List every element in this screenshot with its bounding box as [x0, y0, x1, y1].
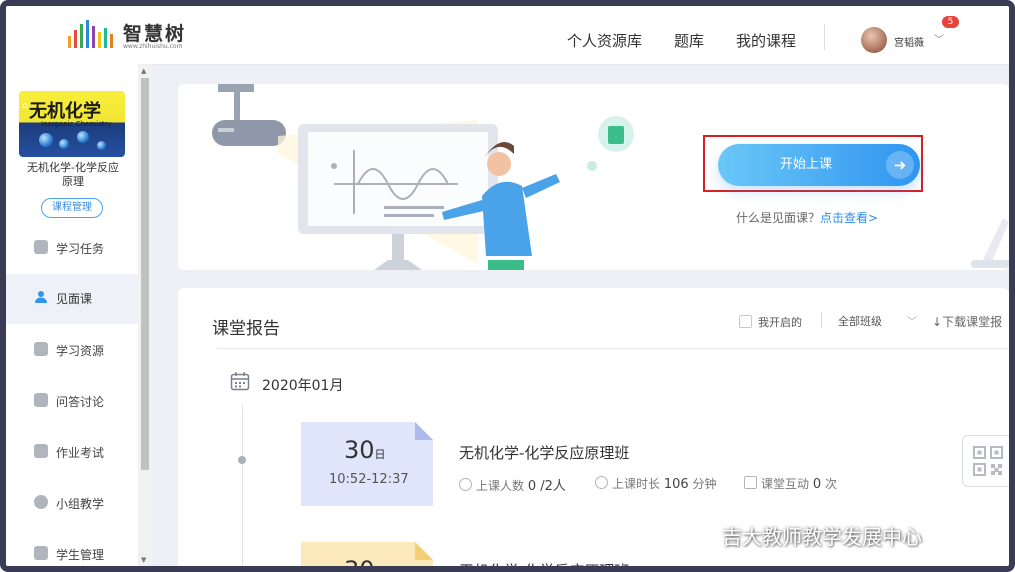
person-icon	[35, 291, 47, 303]
sidebar-item-label: 学生管理	[56, 548, 105, 562]
group-icon	[34, 495, 48, 509]
sidebar-item-label: 作业考试	[56, 446, 105, 460]
session-day-unit: 日	[374, 448, 386, 461]
scroll-down-icon[interactable]: ▼	[141, 556, 146, 564]
filter-divider	[821, 312, 822, 328]
duration-value: 106	[663, 477, 689, 492]
session-class-name[interactable]: 无机化学-化学反应原理班	[459, 560, 629, 566]
cover-subtitle: Inorganic Chemistry	[41, 120, 112, 128]
report-title: 课堂报告	[212, 319, 280, 339]
notification-badge[interactable]: 5	[942, 16, 959, 28]
watermark: 吉大教师教学发展中心	[690, 521, 922, 550]
avatar[interactable]	[861, 27, 887, 53]
report-divider	[216, 348, 1009, 349]
people-icon	[459, 478, 472, 491]
interaction-unit: 次	[824, 477, 837, 491]
session-day: 30	[344, 556, 375, 572]
scroll-up-icon[interactable]: ▲	[141, 67, 146, 75]
sidebar-item-label: 学习资源	[56, 344, 105, 358]
nav-my-courses[interactable]: 我的课程	[736, 30, 796, 51]
logo-bars-icon	[68, 20, 113, 48]
logo-url: www.zhihuishu.com	[123, 43, 183, 50]
molecule-icon	[59, 139, 69, 149]
calendar-icon	[230, 372, 250, 391]
sidebar-item-qa[interactable]: 问答讨论	[6, 377, 138, 427]
arrow-right-icon: ➜	[886, 151, 914, 179]
sidebar-item-label: 见面课	[56, 292, 93, 306]
start-class-label: 开始上课	[779, 157, 832, 172]
sidebar-item-exam[interactable]: 作业考试	[6, 428, 138, 478]
sidebar-item-label: 小组教学	[56, 497, 105, 511]
duration-unit: 分钟	[692, 477, 717, 491]
chevron-down-icon[interactable]: ﹀	[907, 313, 917, 328]
wechat-icon	[690, 528, 716, 547]
what-is-text: 什么是见面课？	[736, 211, 821, 225]
clock-icon	[595, 476, 608, 489]
sidebar-item-group[interactable]: 小组教学	[6, 479, 138, 529]
attendance-value: 0 /2人	[527, 479, 566, 494]
attendance-label: 上课人数	[476, 479, 525, 493]
molecule-icon	[39, 133, 53, 147]
interaction-icon	[744, 476, 757, 489]
watermark-text: 吉大教师教学发展中心	[722, 525, 922, 549]
download-report-button[interactable]: ↓下载课堂报	[932, 313, 1002, 330]
molecule-icon	[97, 141, 106, 150]
logo-text: 智慧树	[123, 23, 187, 45]
nav-resource-library[interactable]: 个人资源库	[567, 30, 642, 51]
sidebar-item-label: 学习任务	[56, 242, 105, 256]
month-label: 2020年01月	[262, 378, 344, 394]
qr-code-button[interactable]	[962, 435, 1009, 487]
session-day-number: 30	[344, 436, 375, 464]
course-cover[interactable]: ⌂ 无机化学 Inorganic Chemistry	[19, 91, 125, 157]
teacher-illustration	[212, 84, 634, 270]
nav-divider	[824, 24, 825, 50]
student-icon	[34, 546, 48, 560]
chevron-down-icon[interactable]: ﹀	[934, 31, 944, 46]
top-header: 智慧树 www.zhihuishu.com 个人资源库 题库 我的课程 宫韬薇 …	[6, 6, 1009, 65]
session-date-card[interactable]	[301, 422, 433, 506]
start-class-button[interactable]: 开始上课 ➜	[718, 144, 920, 186]
nav-question-bank[interactable]: 题库	[674, 30, 704, 51]
course-manage-button[interactable]: 课程管理	[41, 198, 103, 218]
timeline-line	[242, 406, 243, 566]
app-window: 智慧树 www.zhihuishu.com 个人资源库 题库 我的课程 宫韬薇 …	[0, 0, 1015, 572]
my-started-label[interactable]: 我开启的	[758, 314, 802, 330]
attendance-stat: 上课人数 0 /2人	[459, 475, 566, 494]
what-is-meeting-class: 什么是见面课？点击查看>	[736, 209, 878, 226]
user-name[interactable]: 宫韬薇	[894, 34, 924, 49]
qr-code-icon	[973, 446, 1003, 476]
click-view-link[interactable]: 点击查看>	[820, 211, 878, 225]
scrollbar-thumb[interactable]	[141, 78, 149, 470]
course-name: 无机化学-化学反应原理	[27, 161, 119, 188]
sidebar-item-resources[interactable]: 学习资源	[6, 326, 138, 376]
sidebar-item-tasks[interactable]: 学习任务	[6, 224, 138, 274]
download-icon: ↓	[932, 315, 943, 329]
qa-icon	[34, 393, 48, 407]
duration-label: 上课时长	[612, 477, 661, 491]
resource-icon	[34, 342, 48, 356]
session-time: 10:52-12:37	[329, 472, 409, 487]
download-label: 下载课堂报	[942, 315, 1003, 329]
interaction-stat: 课堂互动 0 次	[744, 475, 837, 492]
duration-stat: 上课时长 106 分钟	[595, 475, 717, 492]
exam-icon	[34, 444, 48, 458]
task-icon	[34, 240, 48, 254]
molecule-icon	[77, 131, 89, 143]
logo[interactable]: 智慧树 www.zhihuishu.com	[66, 16, 186, 54]
home-icon: ⌂	[22, 101, 28, 111]
sidebar-item-label: 问答讨论	[56, 395, 105, 409]
session-class-name[interactable]: 无机化学-化学反应原理班	[459, 442, 629, 463]
my-started-checkbox[interactable]	[739, 315, 752, 328]
decor-lamp-icon	[971, 218, 1009, 268]
sidebar-item-students[interactable]: 学生管理	[6, 530, 138, 566]
class-filter-select[interactable]: 全部班级	[838, 313, 882, 329]
interaction-value: 0	[812, 477, 822, 492]
timeline-dot	[238, 456, 246, 464]
interaction-label: 课堂互动	[761, 477, 810, 491]
sidebar-item-meeting-class[interactable]: 见面课	[6, 274, 138, 324]
sidebar: ⌂ 无机化学 Inorganic Chemistry 无机化学-化学反应原理 课…	[6, 64, 139, 566]
session-day: 30日	[344, 436, 386, 464]
